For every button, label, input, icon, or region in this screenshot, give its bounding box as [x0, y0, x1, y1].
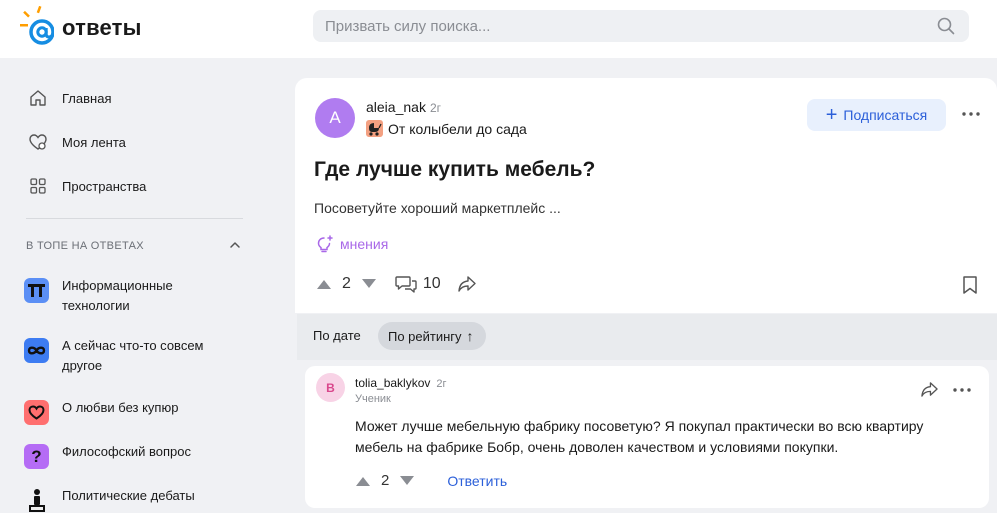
- search-box[interactable]: [313, 10, 969, 42]
- answers-sort-bar: По дате По рейтингу ↑: [297, 314, 997, 360]
- plus-icon: +: [825, 104, 838, 126]
- heart-icon: [24, 400, 49, 425]
- sidebar-topic-it[interactable]: Информационные технологии: [24, 276, 212, 316]
- question-actions: 2 10: [316, 274, 477, 294]
- sidebar-topic-philosophy[interactable]: ? Философский вопрос: [24, 442, 191, 469]
- sidebar-item-label: Пространства: [62, 178, 147, 194]
- search-input[interactable]: [313, 10, 923, 42]
- topic-label: Политические дебаты: [62, 488, 195, 503]
- sidebar-item-home[interactable]: Главная: [28, 88, 111, 108]
- answer-author-name[interactable]: tolia_baklykov: [355, 376, 430, 390]
- upvote-icon[interactable]: [316, 278, 332, 290]
- category-label: От колыбели до сада: [388, 120, 527, 137]
- sidebar-divider: [26, 218, 243, 219]
- subscribe-label: Подписаться: [843, 107, 928, 123]
- comments-icon[interactable]: [395, 274, 417, 294]
- answer-text: Может лучше мебельную фабрику посоветую?…: [355, 418, 924, 455]
- topic-label: Философский вопрос: [62, 444, 191, 459]
- logo-text: ответы: [62, 15, 142, 40]
- avatar[interactable]: B: [316, 373, 345, 402]
- comments-count[interactable]: 10: [423, 275, 441, 293]
- grid-icon: [30, 178, 46, 194]
- stroller-icon: [366, 120, 383, 137]
- reply-button[interactable]: Ответить: [447, 473, 507, 489]
- bookmark-icon[interactable]: [962, 275, 978, 295]
- arrow-up-icon: ↑: [466, 328, 474, 344]
- topic-label: О любви без купюр: [62, 400, 179, 415]
- question-icon: ?: [24, 444, 49, 469]
- sidebar-topic-love[interactable]: О любви без купюр: [24, 398, 178, 425]
- top-bar: ответы: [0, 0, 997, 58]
- answer-card: B tolia_baklykov 2г Ученик Может лучше ме…: [305, 366, 989, 508]
- upvote-icon[interactable]: [355, 475, 371, 487]
- more-options-icon[interactable]: [960, 106, 982, 122]
- opinions-button[interactable]: мнения: [316, 235, 388, 253]
- author-name[interactable]: aleia_nak: [366, 99, 426, 115]
- author-line: aleia_nak 2г: [366, 99, 441, 115]
- question-body: Посоветуйте хороший маркетплейс ...: [314, 200, 561, 216]
- sort-rating-label: По рейтингу: [388, 328, 462, 344]
- answer-author-role: Ученик: [355, 393, 391, 405]
- heart-feed-icon: [29, 134, 47, 150]
- vote-count: 2: [381, 472, 390, 489]
- sidebar-item-feed[interactable]: Моя лента: [28, 132, 126, 152]
- logo-mark-icon: [18, 5, 55, 46]
- section-title: В ТОПЕ НА ОТВЕТАХ: [26, 240, 144, 252]
- debate-icon: [24, 488, 49, 513]
- category-row[interactable]: От колыбели до сада: [366, 120, 527, 137]
- answer-actions: 2 Ответить: [355, 472, 507, 489]
- topic-label: Информационные технологии: [62, 278, 173, 313]
- opinions-label: мнения: [340, 236, 389, 252]
- answer-author-line: tolia_baklykov 2г: [355, 376, 447, 390]
- avatar[interactable]: A: [315, 98, 355, 138]
- sort-by-rating-tab[interactable]: По рейтингу ↑: [378, 322, 486, 350]
- share-icon[interactable]: [920, 381, 939, 398]
- more-options-icon[interactable]: [952, 384, 972, 396]
- answer-time: 2г: [436, 378, 447, 390]
- sidebar-item-label: Моя лента: [62, 134, 126, 150]
- sidebar-item-spaces[interactable]: Пространства: [28, 176, 146, 196]
- vote-count: 2: [342, 275, 351, 292]
- search-icon[interactable]: [937, 17, 955, 35]
- sidebar-topic-other[interactable]: А сейчас что-то совсем другое: [24, 336, 222, 376]
- downvote-icon[interactable]: [361, 278, 377, 290]
- question-title: Где лучше купить мебель?: [314, 158, 596, 181]
- subscribe-button[interactable]: + Подписаться: [807, 99, 946, 131]
- logo[interactable]: ответы: [18, 5, 142, 46]
- sidebar-item-label: Главная: [62, 90, 112, 106]
- home-icon: [30, 90, 46, 106]
- sidebar-topic-politics[interactable]: Политические дебаты: [24, 486, 195, 513]
- it-icon: [24, 278, 49, 303]
- share-icon[interactable]: [457, 275, 477, 293]
- downvote-icon[interactable]: [399, 475, 415, 487]
- chevron-up-icon[interactable]: [228, 238, 242, 252]
- infinity-icon: [24, 338, 49, 363]
- question-card: A aleia_nak 2г От колыбели до сада + Подп…: [295, 78, 997, 313]
- sort-by-date-tab[interactable]: По дате: [313, 328, 361, 343]
- sidebar: Главная Моя лента Пространства В ТОПЕ НА…: [0, 58, 270, 513]
- topic-label: А сейчас что-то совсем другое: [62, 338, 204, 373]
- lightbulb-icon: [317, 235, 333, 253]
- post-time: 2г: [429, 101, 441, 115]
